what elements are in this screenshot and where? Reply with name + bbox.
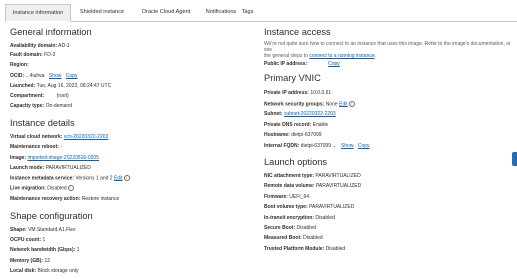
- info-icon[interactable]: i: [348, 101, 355, 107]
- live-migration-row: Live migration: Disabled i: [10, 185, 74, 191]
- instance-details-title: Instance details: [10, 118, 75, 128]
- info-icon[interactable]: i: [67, 185, 74, 191]
- instance-access-description: We're not quite sure how to connect to a…: [264, 41, 511, 60]
- nic-attachment-row: NIC attachment type: PARAVIRTUALIZED: [264, 173, 361, 179]
- fault-domain-row: Fault domain: FD-3: [10, 52, 56, 58]
- capacity-type-row: Capacity type: On-demand: [10, 103, 72, 109]
- launched-row: Launched: Tue, Aug 16, 2022, 08:24:47 UT…: [10, 83, 112, 89]
- in-transit-encryption-row: In-transit encryption: Disabled: [264, 215, 335, 221]
- fqdn-show-link[interactable]: Show: [341, 143, 354, 149]
- boot-volume-type-row: Boot volume type: PARAVIRTUALIZED: [264, 204, 355, 210]
- tab-tags[interactable]: Tags: [240, 4, 255, 21]
- network-bandwidth-row: Network bandwidth (Gbps): 1: [10, 247, 80, 253]
- local-disk-row: Local disk: Block storage only: [10, 268, 79, 274]
- launch-options-title: Launch options: [264, 157, 328, 167]
- tab-instance-information[interactable]: Instance information: [5, 4, 71, 22]
- ocid-copy-link[interactable]: Copy: [66, 73, 78, 79]
- public-ip-row: Public IP address: Copy: [264, 61, 340, 67]
- tab-shielded-instance[interactable]: Shielded instance: [72, 4, 132, 21]
- primary-vnic-title: Primary VNIC: [264, 73, 321, 83]
- shape-configuration-title: Shape configuration: [10, 211, 93, 221]
- subnet-link[interactable]: subnet-20220322-2203: [284, 111, 336, 117]
- region-row: Region:: [10, 62, 29, 68]
- nsg-edit-link[interactable]: Edit: [339, 101, 348, 107]
- maintenance-recovery-row: Maintenance recovery action: Restore ins…: [10, 196, 120, 202]
- connect-instance-link[interactable]: connect to a running instance: [309, 53, 374, 59]
- hostname-row: Hostname: dietpi-637099: [264, 132, 322, 138]
- info-icon[interactable]: i: [123, 175, 130, 181]
- tab-notifications[interactable]: Notifications: [201, 4, 241, 21]
- ocid-show-link[interactable]: Show: [49, 73, 62, 79]
- private-ip-row: Private IP address: 10.0.0.61: [264, 90, 332, 96]
- maintenance-reboot-row: Maintenance reboot: -: [10, 144, 62, 150]
- network-security-groups-row: Network security groups: None Edit i: [264, 101, 355, 107]
- availability-domain-row: Availability domain: AD-1: [10, 43, 70, 49]
- remote-data-volume-row: Remote data volume: PARAVIRTUALIZED: [264, 183, 362, 189]
- trusted-platform-module-row: Trusted Platform Module: Disabled: [264, 246, 346, 252]
- tab-oracle-cloud-agent[interactable]: Oracle Cloud Agent: [134, 4, 198, 21]
- private-dns-row: Private DNS record: Enable: [264, 122, 329, 128]
- fqdn-copy-link[interactable]: Copy: [358, 143, 370, 149]
- metadata-service-row: Instance metadata service: Versions 1 an…: [10, 175, 130, 181]
- ocid-row: OCID: ...4iuhva Show Copy: [10, 73, 78, 79]
- memory-row: Memory (GB): 12: [10, 258, 51, 264]
- general-information-title: General information: [10, 27, 92, 37]
- vcn-link[interactable]: vcn-20220322-2203: [64, 134, 108, 140]
- tab-bar: Instance information Shielded instance O…: [5, 4, 517, 22]
- compartment-row: Compartment: (root): [10, 93, 69, 99]
- measured-boot-row: Measured Boot: Disabled: [264, 235, 323, 241]
- ocpu-count-row: OCPU count: 1: [10, 237, 46, 243]
- public-ip-copy-link[interactable]: Copy: [328, 61, 340, 67]
- vcn-row: Virtual cloud network: vcn-20220322-2203: [10, 134, 109, 140]
- shape-row: Shape: VM.Standard.A1.Flex: [10, 227, 76, 233]
- secure-boot-row: Secure Boot: Disabled: [264, 225, 316, 231]
- metadata-edit-link[interactable]: Edit: [114, 175, 123, 181]
- launch-mode-row: Launch mode: PARAVIRTUALIZED: [10, 165, 91, 171]
- image-row: Image: imported-image-20220816-0205: [10, 155, 99, 161]
- instance-access-title: Instance access: [264, 27, 331, 37]
- feedback-side-tab[interactable]: [512, 152, 517, 166]
- image-link[interactable]: imported-image-20220816-0205: [28, 155, 99, 161]
- subnet-row: Subnet: subnet-20220322-2203: [264, 111, 336, 117]
- internal-fqdn-row: Internal FQDN: dietpi-637099 ... Show Co…: [264, 143, 370, 149]
- firmware-row: Firmware: UEFI_64: [264, 194, 310, 200]
